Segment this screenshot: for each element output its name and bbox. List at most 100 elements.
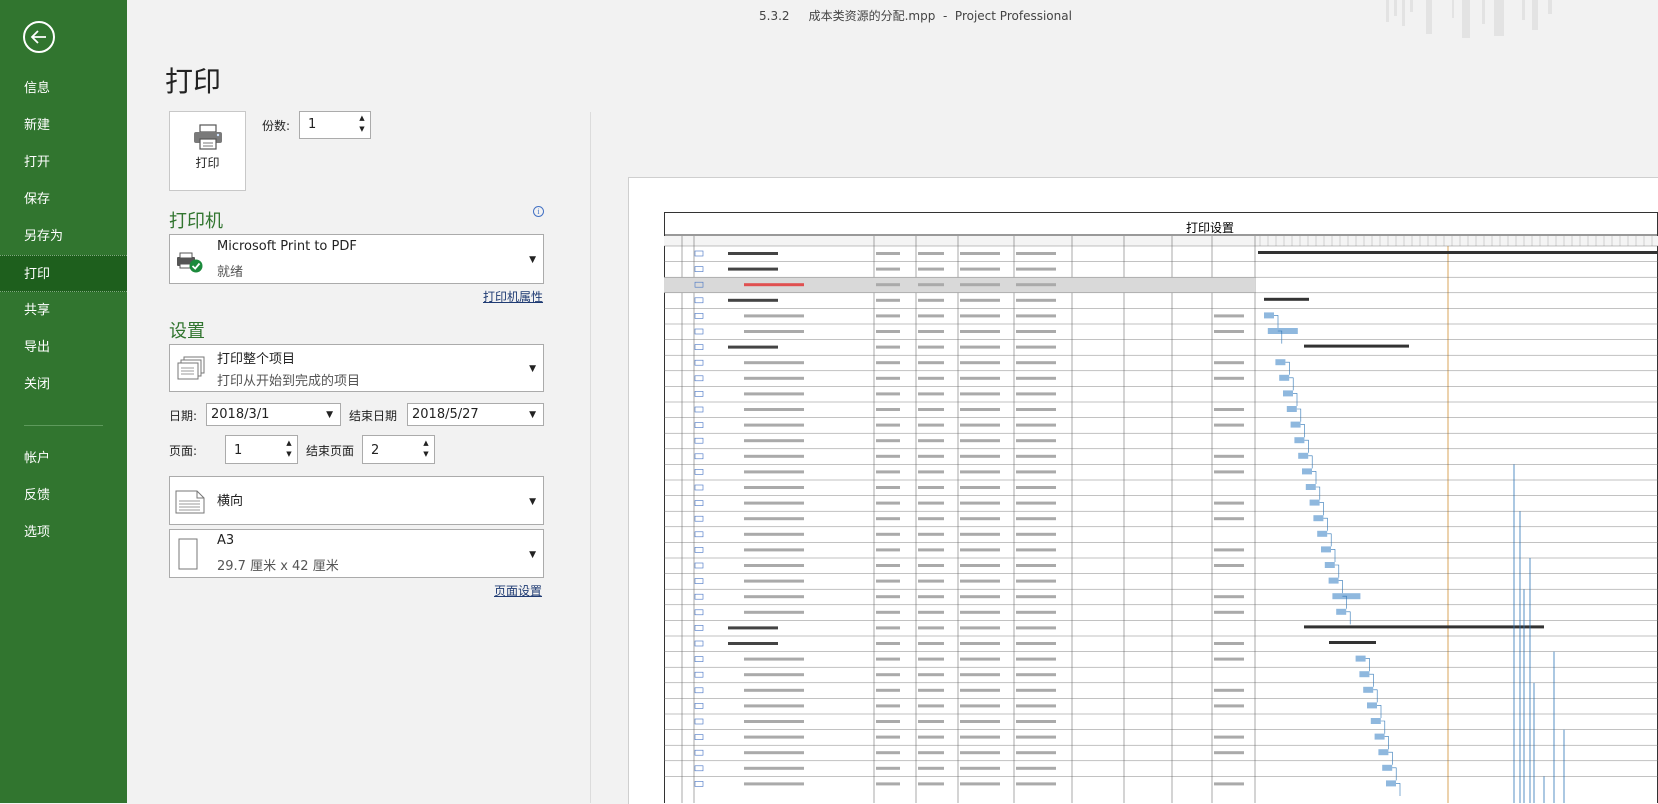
preview-cell-mark [918, 470, 944, 474]
nav-item-close[interactable]: 关闭 [0, 366, 127, 403]
preview-cell-mark [918, 439, 944, 443]
preview-cell-mark [1016, 454, 1056, 458]
task-bar [1317, 530, 1328, 537]
preview-indicator-icon [694, 437, 704, 444]
printer-status: 就绪 [217, 265, 244, 280]
preview-cell-mark [1214, 361, 1244, 365]
task-bar [1267, 328, 1298, 334]
preview-cell-mark [1214, 688, 1244, 692]
preview-cell-mark [918, 330, 944, 333]
stepper-up-icon[interactable]: ▲ [283, 438, 295, 449]
preview-cell-mark [876, 735, 900, 739]
paper-size-value: A3 [217, 533, 235, 548]
dependency-link [1300, 424, 1305, 438]
preview-cell-mark [1214, 376, 1244, 380]
preview-cell-mark [1214, 595, 1244, 599]
window-title: 5.3.2 成本类资源的分配.mpp - Project Professiona… [759, 9, 1072, 23]
copies-stepper[interactable]: 1 ▲ ▼ [299, 111, 371, 139]
preview-cell-mark [876, 688, 900, 692]
preview-cell-mark [960, 267, 1000, 271]
paper-size-select[interactable]: A3 29.7 厘米 x 42 厘米 ▼ [169, 529, 544, 578]
printer-heading: 打印机 [169, 211, 223, 232]
preview-cell-mark [960, 314, 1000, 318]
nav-item-new[interactable]: 新建 [0, 107, 127, 144]
preview-task-name-mark [744, 564, 804, 567]
preview-cell-mark [918, 486, 944, 489]
task-bar [1374, 733, 1385, 740]
page-setup-link[interactable]: 页面设置 [494, 582, 542, 599]
nav-item-feedback[interactable]: 反馈 [0, 477, 127, 514]
preview-cell-mark [918, 267, 944, 271]
nav-item-options[interactable]: 选项 [0, 514, 127, 551]
end-date-input[interactable]: 2018/5/27 ▼ [407, 403, 544, 426]
preview-cell-mark [876, 782, 900, 786]
preview-cell-mark [1016, 267, 1056, 271]
preview-cell-mark [918, 392, 944, 396]
preview-cell-mark [1214, 610, 1244, 614]
print-button[interactable]: 打印 [169, 111, 246, 191]
task-bar [1290, 421, 1301, 428]
preview-cell-mark [876, 579, 900, 583]
preview-cell-mark [1214, 470, 1244, 474]
preview-cell-mark [1016, 298, 1056, 302]
dependency-link [1315, 486, 1321, 500]
preview-cell-mark [1016, 252, 1056, 255]
stepper-down-icon[interactable]: ▼ [420, 449, 432, 460]
page-title: 打印 [165, 65, 222, 98]
print-scope-select[interactable]: 打印整个项目 打印从开始到完成的项目 ▼ [169, 344, 544, 392]
preview-cell-mark [876, 595, 900, 599]
printer-select[interactable]: Microsoft Print to PDF 就绪 ▼ [169, 234, 544, 284]
preview-indicator-icon [694, 562, 704, 569]
preview-cell-mark [960, 298, 1000, 302]
stepper-up-icon[interactable]: ▲ [420, 438, 432, 449]
task-bar [1355, 655, 1366, 662]
preview-task-name-mark [744, 782, 804, 786]
preview-cell-mark [918, 298, 944, 302]
dependency-link [1338, 580, 1343, 594]
dependency-link [1346, 611, 1351, 625]
preview-indicator-icon [694, 593, 704, 600]
preview-cell-mark [918, 782, 944, 786]
preview-cell-mark [1214, 548, 1244, 552]
printer-icon [194, 124, 222, 150]
end-page-stepper[interactable]: 2 ▲ ▼ [362, 435, 435, 464]
preview-cell-mark [960, 766, 1000, 770]
orientation-select[interactable]: 横向 ▼ [169, 476, 544, 525]
preview-cell-mark [918, 376, 944, 380]
task-bar [1386, 780, 1396, 787]
stepper-down-icon[interactable]: ▼ [356, 124, 368, 135]
start-date-label: 日期: [169, 409, 198, 423]
stepper-up-icon[interactable]: ▲ [356, 113, 368, 124]
back-button[interactable] [23, 21, 55, 53]
preview-cell-mark [960, 673, 1000, 677]
preview-indicator-icon [694, 375, 704, 382]
preview-frame [664, 212, 1658, 803]
print-scope-sub: 打印从开始到完成的项目 [217, 374, 361, 389]
dependency-link [1365, 658, 1370, 672]
nav-item-account[interactable]: 帐户 [0, 440, 127, 477]
preview-task-name-mark [744, 610, 804, 614]
preview-indicator-icon [694, 687, 704, 694]
preview-cell-mark [918, 345, 944, 349]
preview-cell-mark [960, 532, 1000, 536]
info-icon[interactable]: i [533, 206, 544, 217]
nav-item-info[interactable]: 信息 [0, 70, 127, 107]
nav-item-share[interactable]: 共享 [0, 292, 127, 329]
preview-cell-mark [1016, 751, 1056, 755]
preview-cell-mark [960, 517, 1000, 521]
nav-item-open[interactable]: 打开 [0, 144, 127, 181]
copies-label: 份数: [262, 119, 291, 133]
preview-cell-mark [960, 735, 1000, 739]
preview-task-name-mark [744, 361, 804, 365]
page-stepper[interactable]: 1 ▲ ▼ [225, 435, 298, 464]
start-date-input[interactable]: 2018/3/1 ▼ [206, 403, 341, 426]
task-bar [1370, 718, 1381, 724]
nav-item-save[interactable]: 保存 [0, 181, 127, 218]
printer-properties-link[interactable]: 打印机属性 [483, 288, 543, 305]
nav-item-export[interactable]: 导出 [0, 329, 127, 366]
stepper-down-icon[interactable]: ▼ [283, 449, 295, 460]
nav-item-print[interactable]: 打印 [0, 255, 127, 292]
preview-cell-mark [876, 423, 900, 427]
nav-item-saveas[interactable]: 另存为 [0, 218, 127, 255]
preview-task-name-mark [744, 470, 804, 474]
